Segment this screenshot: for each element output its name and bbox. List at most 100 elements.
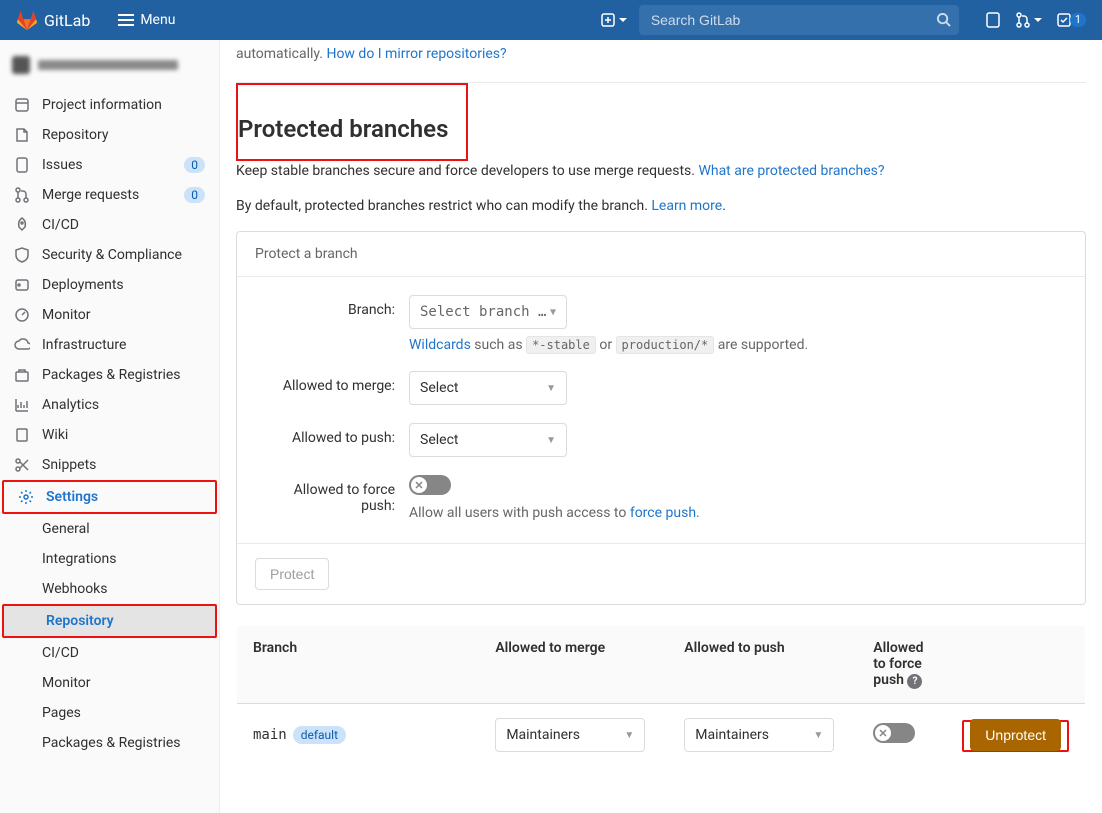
book-icon (14, 427, 30, 443)
toggle-knob (411, 477, 427, 493)
sidebar-item-monitor[interactable]: Monitor (0, 300, 219, 330)
nav-label: Monitor (42, 675, 91, 691)
sidebar-item-snippets[interactable]: Snippets (0, 450, 219, 480)
scissors-icon (14, 457, 30, 473)
chevron-down-icon (619, 16, 627, 24)
branch-label: Branch: (261, 295, 395, 353)
prev-section-tail: automatically. How do I mirror repositor… (236, 40, 1086, 83)
issues-link[interactable] (985, 12, 1001, 28)
todo-count: 1 (1070, 13, 1086, 27)
th-actions (946, 626, 1085, 704)
help-icon[interactable]: ? (907, 674, 922, 689)
sidebar-item-repository[interactable]: Repository (0, 120, 219, 150)
th-force: Allowed to force push ? (857, 626, 946, 704)
nav-label: CI/CD (42, 645, 79, 661)
allowed-push-select[interactable]: Select▼ (409, 423, 567, 457)
branch-select[interactable]: Select branch …▼ (409, 295, 567, 329)
package-icon (14, 367, 30, 383)
chevron-down-icon: ▼ (624, 730, 634, 741)
todos-link[interactable]: 1 (1056, 12, 1086, 28)
row-push-select[interactable]: Maintainers▼ (684, 718, 834, 752)
chevron-down-icon: ▼ (550, 307, 556, 318)
sidebar-sub-pages[interactable]: Pages (0, 698, 219, 728)
section-desc-1: Keep stable branches secure and force de… (236, 161, 1086, 182)
issues-icon (985, 12, 1001, 28)
sidebar-item-security[interactable]: Security & Compliance (0, 240, 219, 270)
doc-icon (14, 127, 30, 143)
sidebar-sub-integrations[interactable]: Integrations (0, 544, 219, 574)
sidebar-item-settings[interactable]: Settings (4, 482, 215, 512)
nav-label: Pages (42, 705, 81, 721)
chart-icon (14, 397, 30, 413)
sidebar-item-infrastructure[interactable]: Infrastructure (0, 330, 219, 360)
search-input[interactable] (639, 5, 959, 35)
sidebar-sub-webhooks[interactable]: Webhooks (0, 574, 219, 604)
sidebar-sub-monitor[interactable]: Monitor (0, 668, 219, 698)
chevron-down-icon: ▼ (546, 435, 556, 446)
unprotect-button[interactable]: Unprotect (970, 719, 1061, 751)
search-icon[interactable] (936, 12, 951, 27)
sidebar-sub-cicd[interactable]: CI/CD (0, 638, 219, 668)
push-label: Allowed to push: (261, 423, 395, 457)
force-push-hint: Allow all users with push access to forc… (409, 505, 700, 521)
protected-branches-table: Branch Allowed to merge Allowed to push … (236, 625, 1086, 767)
x-icon (879, 729, 887, 737)
sidebar-item-merge-requests[interactable]: Merge requests0 (0, 180, 219, 210)
count-badge: 0 (184, 157, 205, 173)
chevron-down-icon (1034, 16, 1042, 24)
sidebar-item-deployments[interactable]: Deployments (0, 270, 219, 300)
monitor-icon (14, 307, 30, 323)
section-desc-2: By default, protected branches restrict … (236, 196, 1086, 217)
force-push-link[interactable]: force push (630, 505, 696, 521)
sidebar-item-analytics[interactable]: Analytics (0, 390, 219, 420)
sidebar-item-packages[interactable]: Packages & Registries (0, 360, 219, 390)
force-push-toggle[interactable] (409, 475, 451, 495)
row-merge-select[interactable]: Maintainers▼ (495, 718, 645, 752)
x-icon (415, 481, 423, 489)
nav-label: Webhooks (42, 581, 108, 597)
learn-more-link[interactable]: Learn more (651, 198, 722, 214)
sidebar-item-cicd[interactable]: CI/CD (0, 210, 219, 240)
tanuki-icon (16, 9, 38, 31)
sidebar-item-issues[interactable]: Issues 0 (0, 150, 219, 180)
th-branch: Branch (237, 626, 480, 704)
nav-label: Packages & Registries (42, 735, 181, 751)
merge-icon (14, 187, 30, 203)
hamburger-icon (118, 12, 134, 28)
sidebar-sub-packages[interactable]: Packages & Registries (0, 728, 219, 758)
gitlab-logo[interactable]: GitLab (16, 9, 90, 31)
issues-icon (14, 157, 30, 173)
nav-label: Settings (46, 489, 98, 505)
wildcards-hint: Wildcards such as *-stable or production… (409, 337, 808, 353)
nav-label: Project information (42, 97, 162, 113)
merge-requests-link[interactable] (1015, 12, 1042, 28)
branch-name: main (253, 727, 287, 743)
row-force-toggle[interactable] (873, 723, 915, 743)
th-push: Allowed to push (668, 626, 857, 704)
project-header-blurred[interactable] (12, 52, 207, 78)
home-icon (14, 97, 30, 113)
nav-label: Repository (46, 613, 114, 629)
menu-button[interactable]: Menu (118, 12, 175, 28)
top-header: GitLab Menu 1 (0, 0, 1102, 40)
deploy-icon (14, 277, 30, 293)
sidebar-sub-repository[interactable]: Repository (4, 606, 215, 636)
main-content: automatically. How do I mirror repositor… (220, 40, 1102, 813)
nav-label: Deployments (42, 277, 124, 293)
mirror-link[interactable]: How do I mirror repositories? (326, 46, 506, 62)
nav-label: Repository (42, 127, 108, 143)
rocket-icon (14, 217, 30, 233)
create-dropdown[interactable] (601, 13, 627, 27)
protected-branches-link[interactable]: What are protected branches? (698, 163, 884, 179)
nav-label: Issues (42, 157, 83, 173)
section-title: Protected branches (238, 115, 448, 143)
nav-label: Security & Compliance (42, 247, 182, 263)
protect-button[interactable]: Protect (255, 558, 329, 590)
nav-label: CI/CD (42, 217, 79, 233)
sidebar-sub-general[interactable]: General (0, 514, 219, 544)
wildcards-link[interactable]: Wildcards (409, 337, 471, 353)
sidebar-item-wiki[interactable]: Wiki (0, 420, 219, 450)
sidebar-item-project-info[interactable]: Project information (0, 90, 219, 120)
merge-label: Allowed to merge: (261, 371, 395, 405)
allowed-merge-select[interactable]: Select▼ (409, 371, 567, 405)
